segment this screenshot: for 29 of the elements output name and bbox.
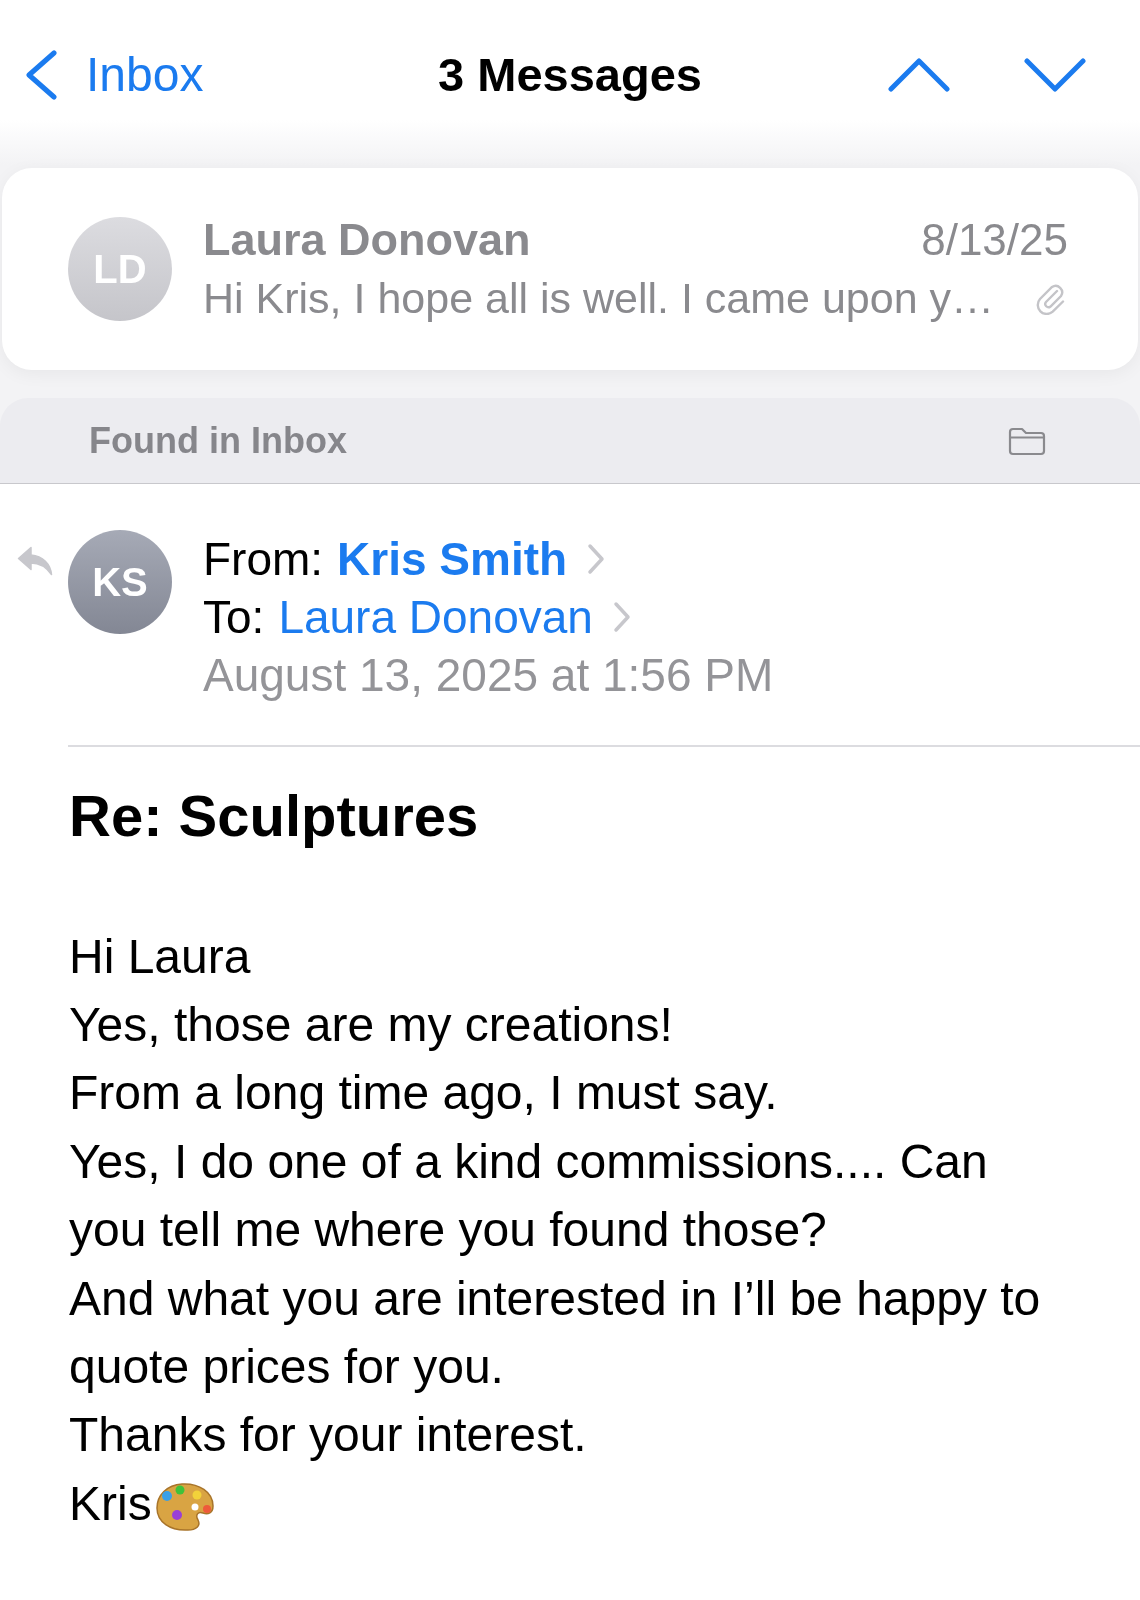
back-button[interactable]: Inbox <box>24 50 204 100</box>
back-chevron-icon <box>24 50 58 100</box>
sender-link[interactable]: Kris Smith <box>337 532 568 586</box>
chevron-icon <box>587 543 606 575</box>
body-text: Hi Laura <box>69 928 252 985</box>
body-text: Thanks for your interest. <box>69 1407 588 1464</box>
sender-name: Laura Donovan <box>203 214 531 266</box>
previous-message-button[interactable] <box>888 58 950 92</box>
to-label: To: <box>203 590 265 644</box>
recipient-link[interactable]: Laura Donovan <box>278 590 593 644</box>
signature-text: Kris <box>69 1475 152 1532</box>
message-preview: Hi Kris, I hope all is well. I came upon y… <box>203 273 995 323</box>
body-text: From a long time ago, I must say. <box>69 1065 779 1122</box>
message-date: 8/13/25 <box>921 215 1068 265</box>
folder-icon <box>1008 425 1046 456</box>
message-subject: Re: Sculptures <box>69 781 480 850</box>
message-date: August 13, 2025 at 1:56 PM <box>203 648 774 702</box>
down-chevron-icon <box>1024 58 1086 92</box>
up-chevron-icon <box>888 58 950 92</box>
next-message-button[interactable] <box>1024 58 1086 92</box>
sender-avatar: KS <box>68 530 172 634</box>
body-text: And what you are interested in I’ll be happy to quote prices for you. <box>69 1270 1042 1395</box>
chevron-icon <box>612 601 631 633</box>
palette-icon <box>154 1481 215 1532</box>
nav-title: 3 Messages <box>438 49 702 101</box>
found-in-label: Found in Inbox <box>89 419 347 462</box>
body-text: Yes, those are my creations! <box>69 996 674 1053</box>
body-text: Yes, I do one of a kind commissions.... Can you tell me where you found those? <box>69 1133 989 1259</box>
from-label: From: <box>203 532 324 586</box>
